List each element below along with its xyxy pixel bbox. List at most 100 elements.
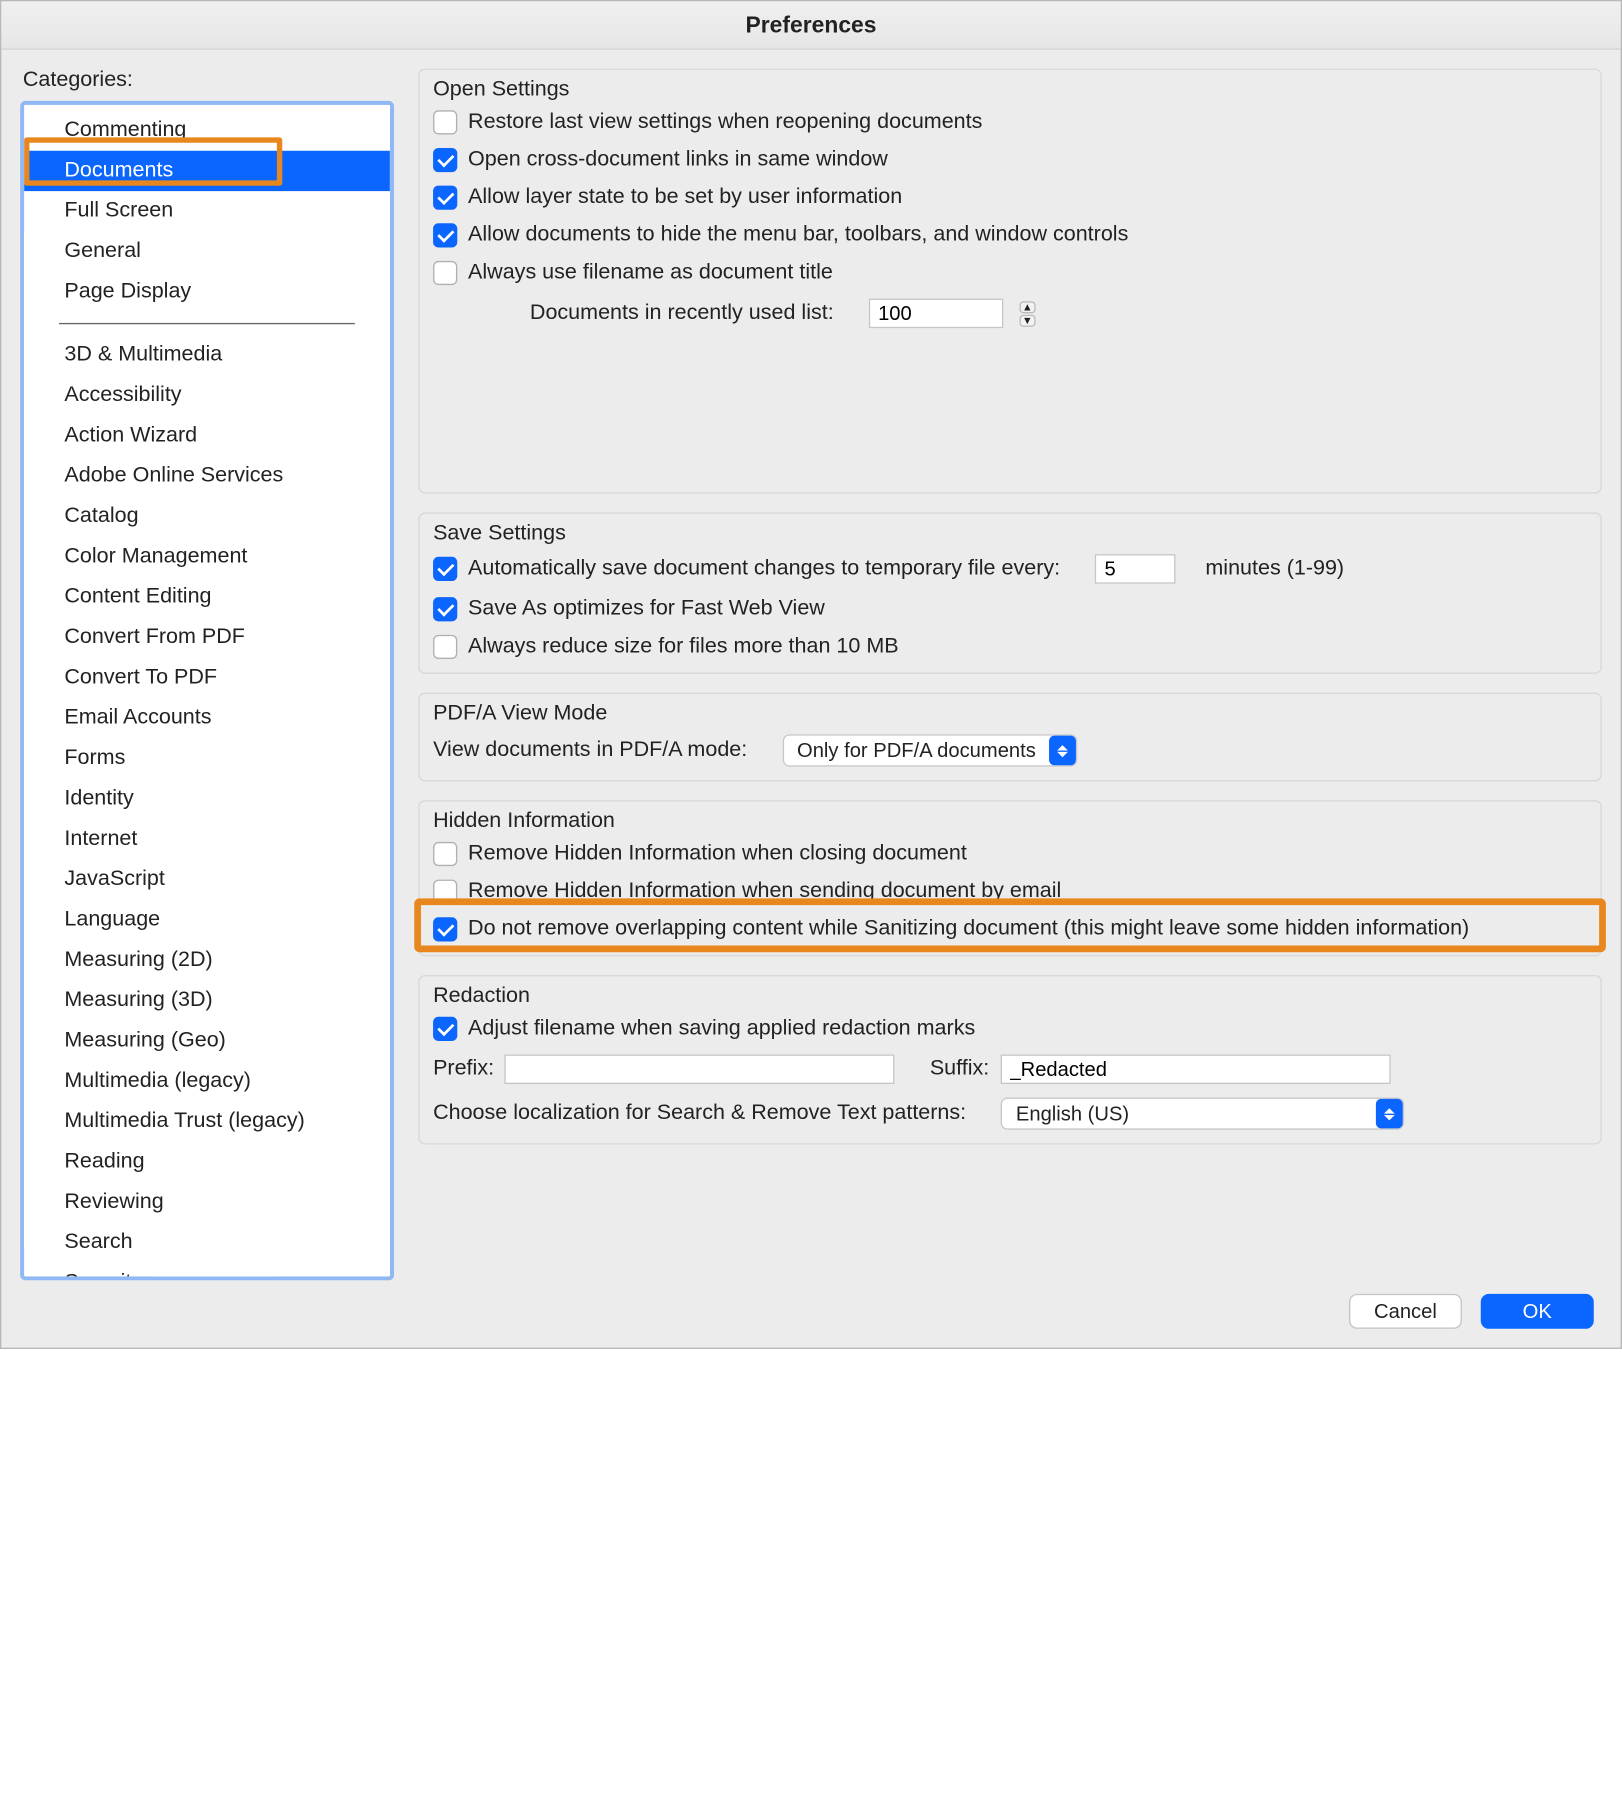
category-item-commenting[interactable]: Commenting: [24, 110, 390, 150]
crosslinks-label: Open cross-document links in same window: [468, 148, 888, 172]
category-item-convert-from-pdf[interactable]: Convert From PDF: [24, 617, 390, 657]
recent-row: Documents in recently used list: ▲▼: [433, 299, 1587, 329]
hidden-overlap-row[interactable]: Do not remove overlapping content while …: [433, 917, 1587, 941]
preferences-window: Preferences Categories: CommentingDocume…: [0, 0, 1622, 1349]
crosslinks-row[interactable]: Open cross-document links in same window: [433, 148, 1587, 172]
categories-list[interactable]: CommentingDocumentsFull ScreenGeneralPag…: [20, 101, 394, 1281]
category-item-content-editing[interactable]: Content Editing: [24, 577, 390, 617]
recent-input[interactable]: [869, 299, 1003, 329]
section-title: Redaction: [420, 976, 1601, 1011]
category-item-javascript[interactable]: JavaScript: [24, 859, 390, 899]
autosave-post-label: minutes (1-99): [1205, 557, 1344, 581]
redaction-affix-row: Prefix: Suffix:: [433, 1054, 1587, 1084]
hidemenu-row[interactable]: Allow documents to hide the menu bar, to…: [433, 223, 1587, 247]
dialog-footer: Cancel OK: [1, 1280, 1620, 1347]
autosave-input[interactable]: [1095, 554, 1176, 584]
redaction-adjust-row[interactable]: Adjust filename when saving applied reda…: [433, 1017, 1587, 1041]
prefix-input[interactable]: [505, 1054, 895, 1084]
hidden-close-row[interactable]: Remove Hidden Information when closing d…: [433, 842, 1587, 866]
category-item-convert-to-pdf[interactable]: Convert To PDF: [24, 658, 390, 698]
reduce-checkbox[interactable]: [433, 635, 457, 659]
prefix-label: Prefix:: [433, 1057, 494, 1081]
pdfa-select[interactable]: Only for PDF/A documents: [782, 734, 1077, 766]
pdfa-label: View documents in PDF/A mode:: [433, 738, 747, 762]
filename-row[interactable]: Always use filename as document title: [433, 261, 1587, 285]
category-item-reading[interactable]: Reading: [24, 1142, 390, 1182]
hidemenu-label: Allow documents to hide the menu bar, to…: [468, 223, 1128, 247]
category-item-page-display[interactable]: Page Display: [24, 272, 390, 312]
category-item-general[interactable]: General: [24, 231, 390, 271]
loc-select[interactable]: English (US): [1001, 1097, 1404, 1129]
category-item-internet[interactable]: Internet: [24, 819, 390, 859]
fastweb-row[interactable]: Save As optimizes for Fast Web View: [433, 597, 1587, 621]
filename-label: Always use filename as document title: [468, 261, 833, 285]
content-area: Categories: CommentingDocumentsFull Scre…: [1, 50, 1620, 1281]
category-item-color-management[interactable]: Color Management: [24, 537, 390, 577]
category-item-multimedia-trust-legacy-[interactable]: Multimedia Trust (legacy): [24, 1102, 390, 1142]
category-item-security[interactable]: Security: [24, 1263, 390, 1280]
filename-checkbox[interactable]: [433, 261, 457, 285]
sidebar-heading: Categories:: [20, 69, 394, 101]
category-item-search[interactable]: Search: [24, 1223, 390, 1263]
category-item-measuring-2d-[interactable]: Measuring (2D): [24, 940, 390, 980]
window-title: Preferences: [1, 1, 1620, 49]
hidden-close-checkbox[interactable]: [433, 842, 457, 866]
reduce-label: Always reduce size for files more than 1…: [468, 635, 899, 659]
autosave-row[interactable]: Automatically save document changes to t…: [433, 554, 1587, 584]
hidden-info-section: Hidden Information Remove Hidden Informa…: [418, 800, 1602, 956]
pdfa-select-value: Only for PDF/A documents: [797, 739, 1036, 762]
loc-select-value: English (US): [1016, 1102, 1129, 1125]
chevron-updown-icon: [1049, 736, 1076, 766]
sidebar: Categories: CommentingDocumentsFull Scre…: [20, 69, 394, 1281]
restore-checkbox[interactable]: [433, 110, 457, 134]
category-item-full-screen[interactable]: Full Screen: [24, 191, 390, 231]
hidden-overlap-checkbox[interactable]: [433, 917, 457, 941]
category-item-accessibility[interactable]: Accessibility: [24, 375, 390, 415]
restore-label: Restore last view settings when reopenin…: [468, 110, 982, 134]
crosslinks-checkbox[interactable]: [433, 148, 457, 172]
reduce-row[interactable]: Always reduce size for files more than 1…: [433, 635, 1587, 659]
category-item-3d-multimedia[interactable]: 3D & Multimedia: [24, 335, 390, 375]
suffix-input[interactable]: [1000, 1054, 1390, 1084]
chevron-updown-icon: [1376, 1099, 1403, 1129]
category-item-documents[interactable]: Documents: [24, 151, 390, 191]
category-item-catalog[interactable]: Catalog: [24, 496, 390, 536]
hidemenu-checkbox[interactable]: [433, 223, 457, 247]
category-item-language[interactable]: Language: [24, 900, 390, 940]
layer-checkbox[interactable]: [433, 186, 457, 210]
category-item-reviewing[interactable]: Reviewing: [24, 1182, 390, 1222]
ok-button[interactable]: OK: [1481, 1294, 1594, 1329]
autosave-pre-label: Automatically save document changes to t…: [468, 557, 1060, 581]
category-item-adobe-online-services[interactable]: Adobe Online Services: [24, 456, 390, 496]
loc-label: Choose localization for Search & Remove …: [433, 1102, 966, 1126]
category-item-action-wizard[interactable]: Action Wizard: [24, 416, 390, 456]
fastweb-checkbox[interactable]: [433, 597, 457, 621]
redaction-loc-row: Choose localization for Search & Remove …: [433, 1097, 1587, 1129]
settings-panel: Open Settings Restore last view settings…: [418, 69, 1602, 1281]
recent-stepper[interactable]: ▲▼: [1019, 301, 1035, 327]
layer-row[interactable]: Allow layer state to be set by user info…: [433, 186, 1587, 210]
redaction-adjust-checkbox[interactable]: [433, 1017, 457, 1041]
redaction-section: Redaction Adjust filename when saving ap…: [418, 975, 1602, 1144]
hidden-email-checkbox[interactable]: [433, 880, 457, 904]
hidden-email-label: Remove Hidden Information when sending d…: [468, 880, 1061, 904]
redaction-adjust-label: Adjust filename when saving applied reda…: [468, 1017, 975, 1041]
pdfa-row: View documents in PDF/A mode: Only for P…: [433, 734, 1587, 766]
category-item-multimedia-legacy-[interactable]: Multimedia (legacy): [24, 1061, 390, 1101]
autosave-checkbox[interactable]: [433, 557, 457, 581]
recent-label: Documents in recently used list:: [530, 301, 834, 325]
section-title: PDF/A View Mode: [420, 694, 1601, 729]
category-item-email-accounts[interactable]: Email Accounts: [24, 698, 390, 738]
hidden-email-row[interactable]: Remove Hidden Information when sending d…: [433, 880, 1587, 904]
cancel-button[interactable]: Cancel: [1349, 1294, 1462, 1329]
category-item-measuring-geo-[interactable]: Measuring (Geo): [24, 1021, 390, 1061]
suffix-label: Suffix:: [930, 1057, 989, 1081]
layer-label: Allow layer state to be set by user info…: [468, 186, 902, 210]
save-settings-section: Save Settings Automatically save documen…: [418, 512, 1602, 673]
open-settings-section: Open Settings Restore last view settings…: [418, 69, 1602, 494]
category-item-measuring-3d-[interactable]: Measuring (3D): [24, 980, 390, 1020]
category-item-identity[interactable]: Identity: [24, 779, 390, 819]
restore-row[interactable]: Restore last view settings when reopenin…: [433, 110, 1587, 134]
category-item-forms[interactable]: Forms: [24, 738, 390, 778]
section-title: Open Settings: [420, 70, 1601, 105]
